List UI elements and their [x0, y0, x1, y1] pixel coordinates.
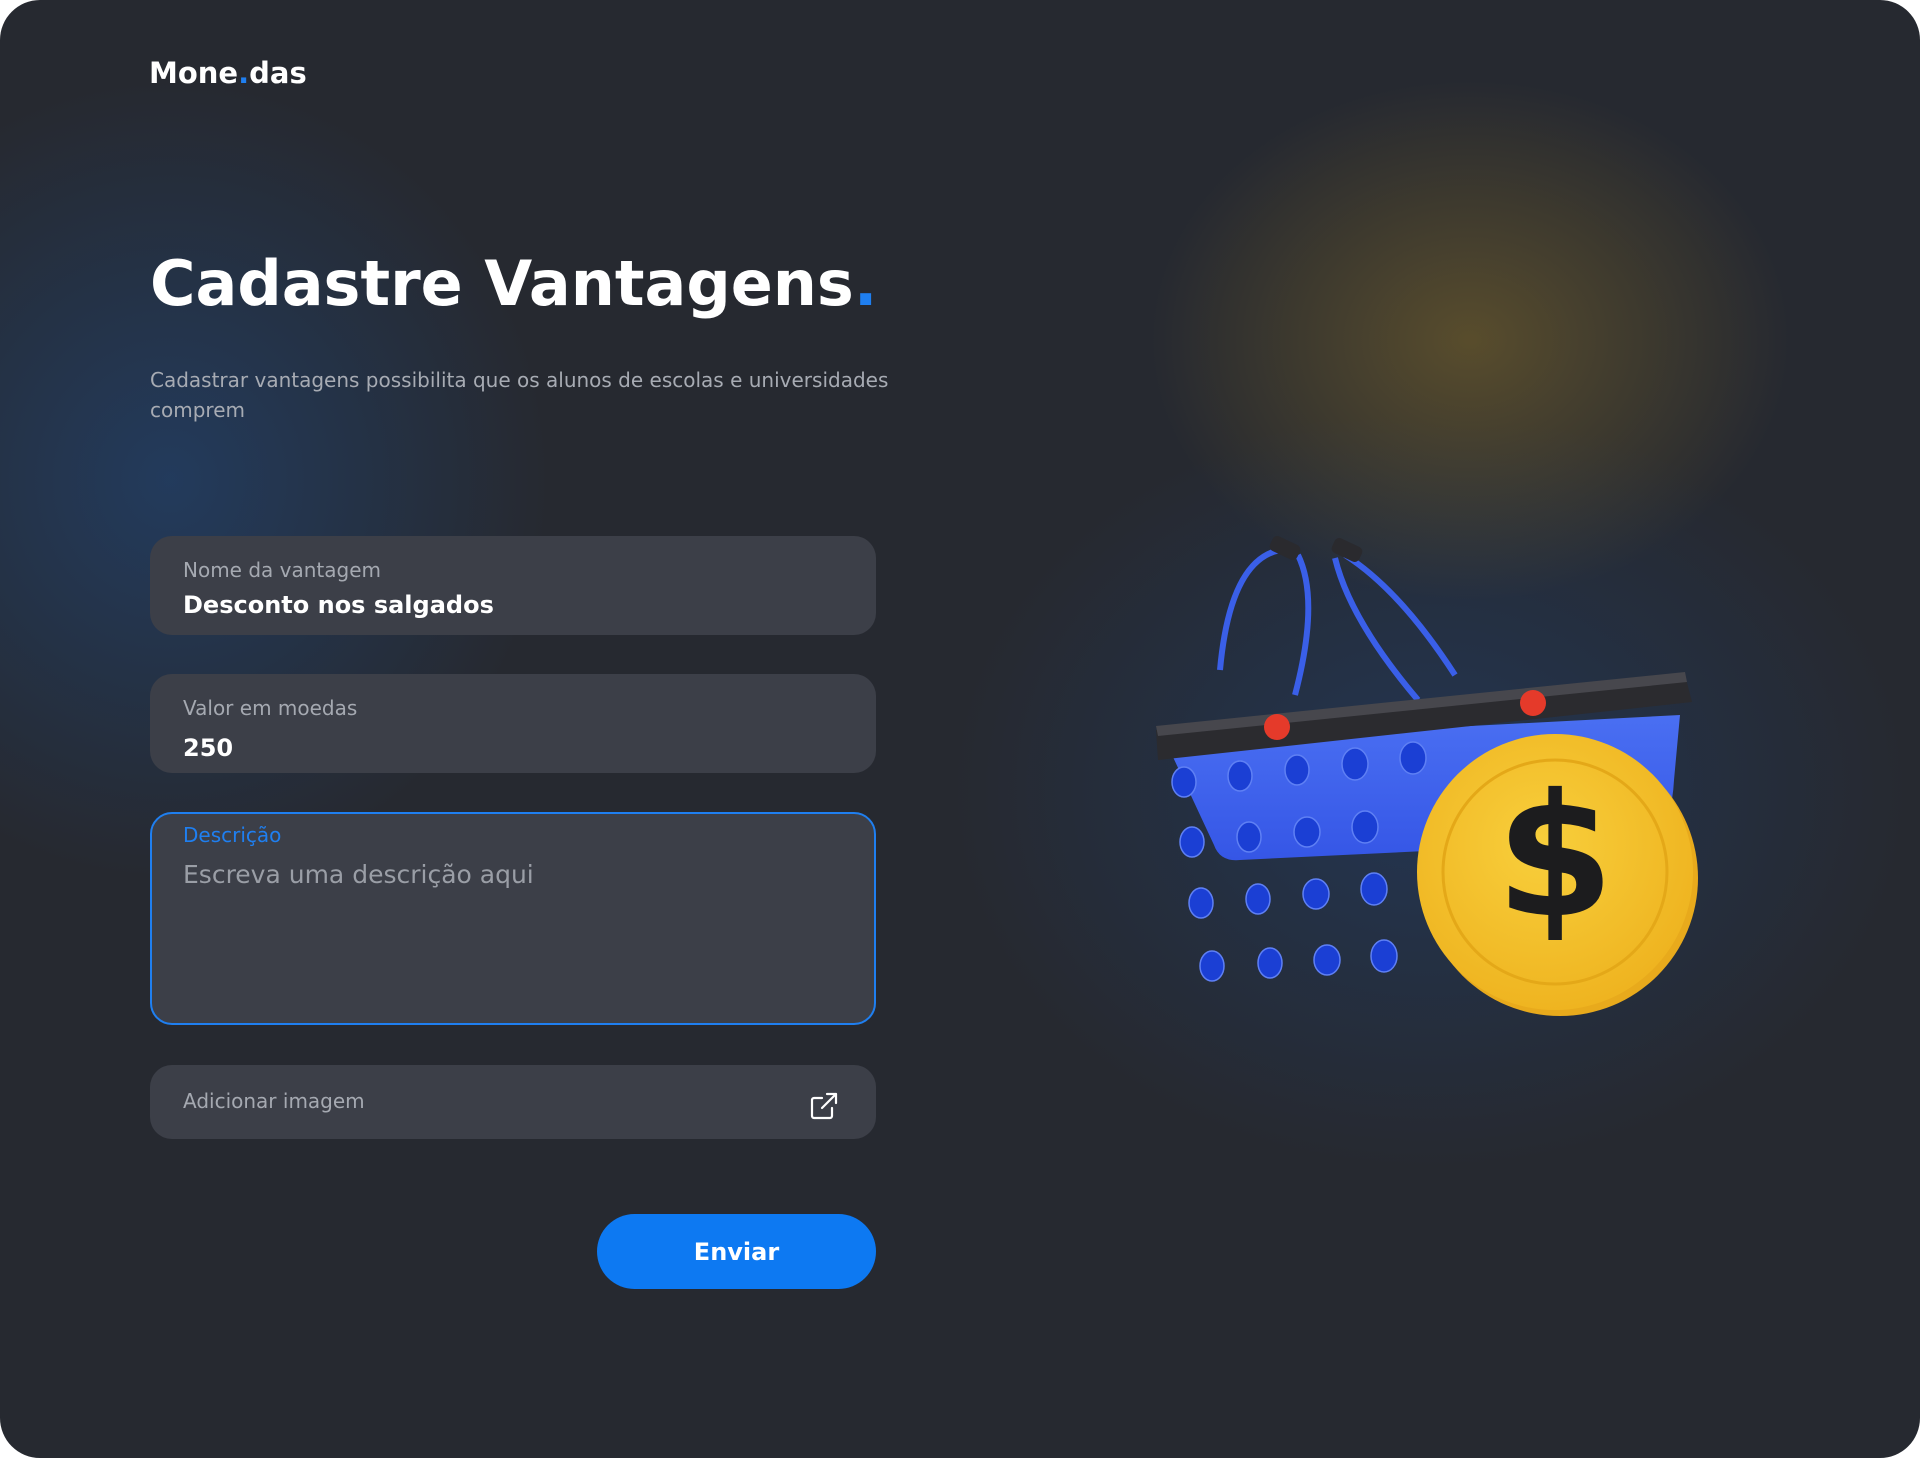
- description-label: Descrição: [183, 823, 282, 847]
- page-subtitle: Cadastrar vantagens possibilita que os a…: [150, 368, 889, 422]
- brand-name-start: Mone: [149, 56, 239, 90]
- coin-value-value[interactable]: 250: [183, 734, 233, 762]
- description-input[interactable]: [183, 860, 833, 1000]
- page-title-text: Cadastre Vantagens: [150, 247, 854, 320]
- page-title-dot: .: [853, 247, 878, 320]
- page-title: Cadastre Vantagens.: [150, 247, 878, 320]
- coin-value-label: Valor em moedas: [183, 696, 358, 720]
- coin-symbol: $: [1496, 758, 1614, 956]
- external-link-icon[interactable]: [808, 1090, 840, 1122]
- advantage-name-label: Nome da vantagem: [183, 558, 381, 582]
- basket-coin-illustration: $: [1156, 536, 1698, 1016]
- brand-dot: .: [238, 56, 250, 90]
- description-field[interactable]: Descrição: [150, 812, 876, 1025]
- app-window: Mone.das Cadastre Vantagens. Cadastrar v…: [0, 0, 1920, 1458]
- advantage-name-value[interactable]: Desconto nos salgados: [183, 591, 494, 619]
- add-image-field[interactable]: Adicionar imagem: [150, 1065, 876, 1139]
- submit-button[interactable]: Enviar: [597, 1214, 876, 1289]
- brand-name-end: das: [249, 56, 307, 90]
- advantage-name-field[interactable]: Nome da vantagem Desconto nos salgados: [150, 536, 876, 635]
- add-image-label: Adicionar imagem: [183, 1089, 365, 1113]
- coin-value-field[interactable]: Valor em moedas 250: [150, 674, 876, 773]
- brand-logo: Mone.das: [149, 56, 307, 90]
